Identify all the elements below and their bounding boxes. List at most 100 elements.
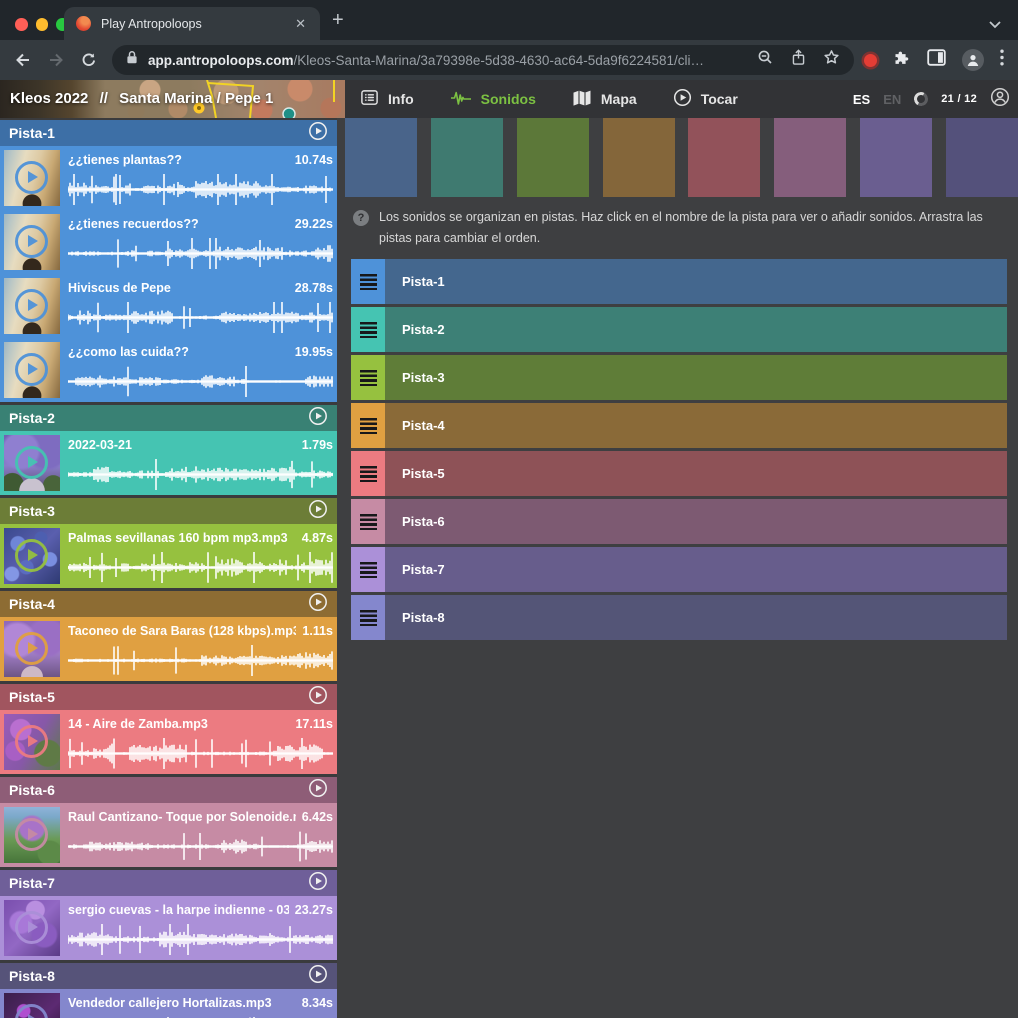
- track-section-header[interactable]: Pista-3: [0, 498, 337, 524]
- clip-play-icon[interactable]: [15, 353, 48, 386]
- track-color-swatch-3[interactable]: [517, 118, 589, 197]
- track-row-pista-2[interactable]: Pista-2: [351, 307, 1007, 352]
- clip-item[interactable]: Taconeo de Sara Baras (128 kbps).mp3 1.1…: [0, 617, 337, 681]
- clip-item[interactable]: 2022-03-21 1.79s: [0, 431, 337, 495]
- track-section-header[interactable]: Pista-8: [0, 963, 337, 989]
- clip-play-icon[interactable]: [15, 446, 48, 479]
- clip-item[interactable]: ¿¿tienes recuerdos?? 29.22s: [0, 210, 337, 274]
- track-row-pista-3[interactable]: Pista-3: [351, 355, 1007, 400]
- track-play-icon[interactable]: [308, 778, 328, 803]
- clip-item[interactable]: ¿¿como las cuida?? 19.95s: [0, 338, 337, 402]
- close-window-button[interactable]: [15, 18, 28, 31]
- track-row-bar[interactable]: Pista-2: [385, 307, 1007, 352]
- track-section-header[interactable]: Pista-2: [0, 405, 337, 431]
- clip-waveform[interactable]: [68, 923, 333, 956]
- clip-waveform[interactable]: [68, 830, 333, 863]
- account-icon[interactable]: [990, 87, 1010, 112]
- project-banner[interactable]: Kleos 2022 // Santa Marina / Pepe 1: [0, 80, 345, 118]
- clip-waveform[interactable]: [68, 458, 333, 491]
- clip-play-icon[interactable]: [15, 539, 48, 572]
- drag-handle[interactable]: [351, 547, 385, 592]
- track-play-icon[interactable]: [308, 592, 328, 617]
- zoom-out-icon[interactable]: [757, 49, 774, 71]
- track-play-icon[interactable]: [308, 121, 328, 146]
- track-color-swatch-8[interactable]: [946, 118, 1018, 197]
- track-section-header[interactable]: Pista-4: [0, 591, 337, 617]
- track-row-pista-4[interactable]: Pista-4: [351, 403, 1007, 448]
- browser-menu-dots-icon[interactable]: [1000, 49, 1004, 71]
- track-color-swatch-4[interactable]: [603, 118, 675, 197]
- drag-handle[interactable]: [351, 259, 385, 304]
- clip-waveform[interactable]: [68, 737, 333, 770]
- clip-waveform[interactable]: [68, 551, 333, 584]
- track-row-bar[interactable]: Pista-6: [385, 499, 1007, 544]
- track-play-icon[interactable]: [308, 964, 328, 989]
- track-section-header[interactable]: Pista-6: [0, 777, 337, 803]
- clip-play-icon[interactable]: [15, 632, 48, 665]
- clip-play-icon[interactable]: [15, 1004, 48, 1018]
- share-icon[interactable]: [791, 49, 806, 71]
- clip-play-icon[interactable]: [15, 911, 48, 944]
- drag-handle[interactable]: [351, 499, 385, 544]
- track-row-pista-7[interactable]: Pista-7: [351, 547, 1007, 592]
- track-section-header[interactable]: Pista-5: [0, 684, 337, 710]
- clip-item[interactable]: ¿¿tienes plantas?? 10.74s: [0, 146, 337, 210]
- track-color-swatch-7[interactable]: [860, 118, 932, 197]
- extensions-puzzle-icon[interactable]: [893, 49, 911, 72]
- clip-play-icon[interactable]: [15, 225, 48, 258]
- clip-waveform[interactable]: [68, 365, 333, 398]
- track-row-pista-1[interactable]: Pista-1: [351, 259, 1007, 304]
- clip-item[interactable]: Raul Cantizano- Toque por Solenoide.mp3 …: [0, 803, 337, 867]
- track-row-pista-5[interactable]: Pista-5: [351, 451, 1007, 496]
- reload-button[interactable]: [79, 51, 98, 70]
- track-play-icon[interactable]: [308, 406, 328, 431]
- track-row-bar[interactable]: Pista-3: [385, 355, 1007, 400]
- tab-search-chevron-icon[interactable]: [989, 16, 1001, 34]
- back-button[interactable]: [13, 50, 33, 70]
- clip-item[interactable]: 14 - Aire de Zamba.mp3 17.11s: [0, 710, 337, 774]
- minimize-window-button[interactable]: [36, 18, 49, 31]
- clip-item[interactable]: Hiviscus de Pepe 28.78s: [0, 274, 337, 338]
- drag-handle[interactable]: [351, 307, 385, 352]
- track-row-bar[interactable]: Pista-4: [385, 403, 1007, 448]
- browser-tab[interactable]: Play Antropoloops ✕: [64, 7, 320, 40]
- track-row-pista-6[interactable]: Pista-6: [351, 499, 1007, 544]
- bookmark-star-icon[interactable]: [823, 49, 840, 71]
- clip-waveform[interactable]: [68, 301, 333, 334]
- track-section-header[interactable]: Pista-1: [0, 120, 337, 146]
- track-row-bar[interactable]: Pista-7: [385, 547, 1007, 592]
- language-en-button[interactable]: EN: [883, 92, 901, 107]
- clip-play-icon[interactable]: [15, 289, 48, 322]
- track-color-swatch-5[interactable]: [688, 118, 760, 197]
- track-play-icon[interactable]: [308, 871, 328, 896]
- track-row-bar[interactable]: Pista-5: [385, 451, 1007, 496]
- drag-handle[interactable]: [351, 595, 385, 640]
- track-color-swatch-2[interactable]: [431, 118, 503, 197]
- drag-handle[interactable]: [351, 403, 385, 448]
- track-row-bar[interactable]: Pista-1: [385, 259, 1007, 304]
- track-row-bar[interactable]: Pista-8: [385, 595, 1007, 640]
- nav-tocar[interactable]: Tocar: [673, 88, 738, 110]
- clip-waveform[interactable]: [68, 173, 333, 206]
- new-tab-button[interactable]: +: [332, 10, 344, 30]
- nav-mapa[interactable]: Mapa: [572, 89, 637, 110]
- drag-handle[interactable]: [351, 355, 385, 400]
- clip-item[interactable]: Palmas sevillanas 160 bpm mp3.mp3 4.87s: [0, 524, 337, 588]
- clip-play-icon[interactable]: [15, 725, 48, 758]
- track-play-icon[interactable]: [308, 499, 328, 524]
- clip-waveform[interactable]: [68, 237, 333, 270]
- nav-sonidos[interactable]: Sonidos: [450, 90, 536, 109]
- clip-waveform[interactable]: [68, 644, 333, 677]
- side-panel-icon[interactable]: [927, 49, 946, 71]
- clip-play-icon[interactable]: [15, 818, 48, 851]
- track-play-icon[interactable]: [308, 685, 328, 710]
- recording-extension-icon[interactable]: [864, 54, 877, 67]
- tab-close-icon[interactable]: ✕: [293, 15, 308, 32]
- track-section-header[interactable]: Pista-7: [0, 870, 337, 896]
- clip-item[interactable]: Vendedor callejero Hortalizas.mp3 8.34s: [0, 989, 337, 1018]
- address-bar[interactable]: app.antropoloops.com /Kleos-Santa-Marina…: [112, 45, 854, 75]
- browser-profile-avatar[interactable]: [962, 49, 984, 71]
- track-color-swatch-1[interactable]: [345, 118, 417, 197]
- track-row-pista-8[interactable]: Pista-8: [351, 595, 1007, 640]
- help-question-icon[interactable]: ?: [353, 210, 369, 226]
